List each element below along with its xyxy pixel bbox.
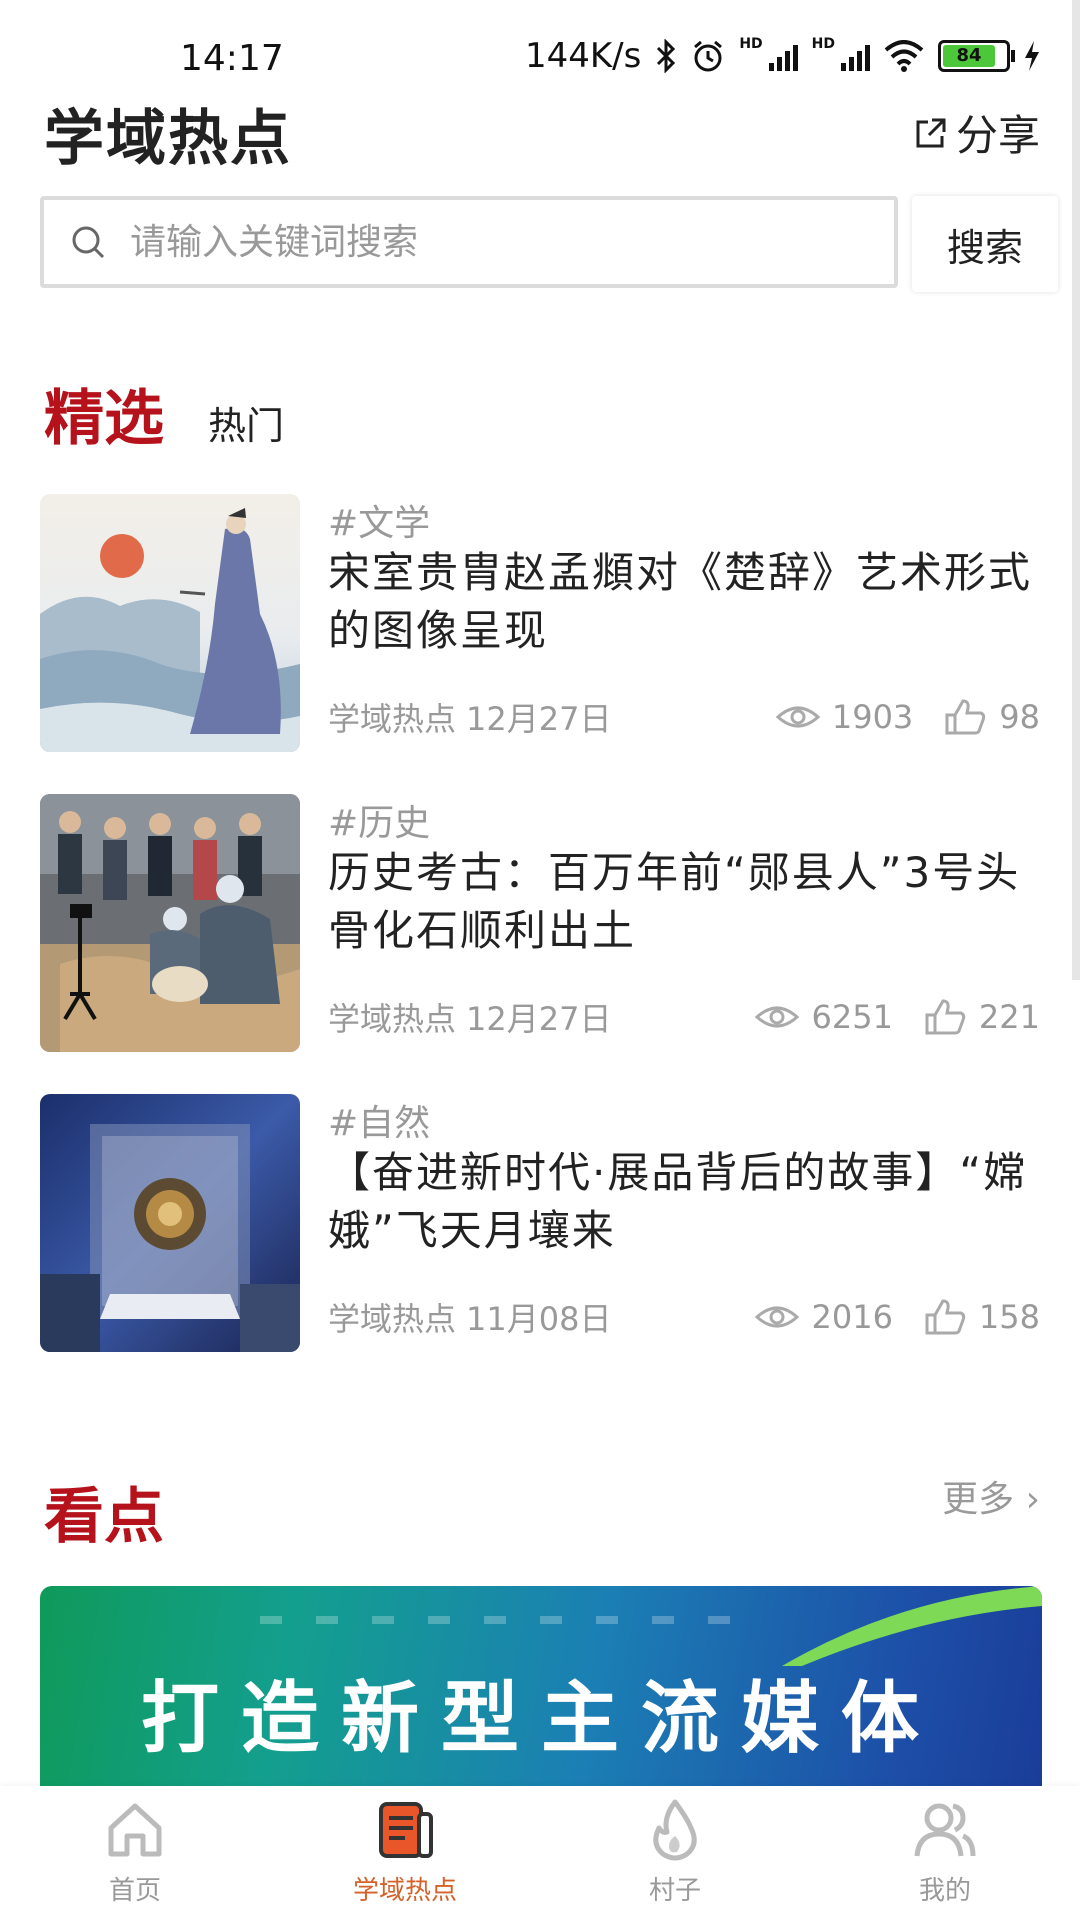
nav-label: 学域热点: [352, 1876, 457, 1906]
more-link[interactable]: 更多 ›: [942, 1470, 1040, 1522]
nav-label: 我的: [918, 1876, 971, 1906]
news-icon: [379, 1802, 433, 1858]
likes-stat[interactable]: 158: [923, 1298, 1040, 1336]
search-input[interactable]: [128, 220, 832, 264]
scrollbar[interactable]: [1072, 0, 1080, 980]
user-icon: [914, 1803, 976, 1857]
section-title-kandian: 看点: [44, 1482, 164, 1552]
nav-village[interactable]: 村子: [540, 1786, 810, 1920]
status-time: 14:17: [180, 38, 284, 79]
article-item[interactable]: #自然 【奋进新时代·展品背后的故事】“嫦娥”飞天月壤来 学域热点 11月08日…: [40, 1094, 1040, 1354]
battery-level: 84: [943, 45, 996, 67]
charging-icon: [1025, 41, 1039, 71]
content-tabs: 精选 热门: [44, 370, 284, 457]
article-title: 宋室贵胄赵孟頫对《楚辞》艺术形式的图像呈现: [328, 548, 1033, 655]
eye-icon: [775, 706, 820, 728]
article-item[interactable]: #文学 宋室贵胄赵孟頫对《楚辞》艺术形式的图像呈现 学域热点 12月27日 19…: [40, 494, 1040, 754]
search-icon: [72, 226, 105, 259]
banner-decoration: [260, 1616, 730, 1624]
article-thumbnail: [40, 494, 300, 752]
banner-text: 打造新型主流媒体: [140, 1674, 941, 1764]
article-item[interactable]: #历史 历史考古：百万年前“郧县人”3号头骨化石顺利出土 学域热点 12月27日…: [40, 794, 1040, 1054]
views-stat: 1903: [775, 698, 914, 736]
likes-stat[interactable]: 221: [923, 998, 1040, 1036]
article-thumbnail: [40, 1094, 300, 1352]
article-tag: #历史: [328, 803, 431, 844]
share-button[interactable]: 分享: [914, 102, 1040, 163]
signal-icon-1: [768, 41, 798, 71]
page-title: 学域热点: [44, 104, 292, 174]
share-label: 分享: [955, 111, 1040, 160]
home-icon: [108, 1803, 162, 1857]
views-stat: 2016: [755, 1298, 893, 1336]
nav-xueyu-hotspot[interactable]: 学域热点: [270, 1786, 540, 1920]
article-source: 学域热点: [328, 700, 457, 738]
likes-count: 221: [978, 998, 1040, 1036]
nav-home[interactable]: 首页: [0, 1786, 270, 1920]
status-icons: 144K/s HD HD 84: [525, 36, 1040, 76]
eye-icon: [755, 1306, 800, 1328]
nav-label: 首页: [108, 1876, 161, 1906]
header: 学域热点 分享: [0, 90, 1080, 180]
likes-count: 98: [999, 698, 1040, 736]
likes-stat[interactable]: 98: [943, 698, 1040, 736]
views-count: 1903: [831, 698, 914, 736]
wifi-icon: [884, 40, 924, 72]
article-tag: #自然: [328, 1103, 431, 1144]
signal-icon-2: [841, 41, 870, 71]
net-speed: 144K/s: [524, 36, 642, 76]
article-date: 12月27日: [466, 700, 612, 738]
eye-icon: [755, 1006, 800, 1028]
article-title: 【奋进新时代·展品背后的故事】“嫦娥”飞天月壤来: [328, 1148, 1028, 1255]
bluetooth-icon: [657, 39, 676, 73]
flame-icon: [653, 1799, 697, 1861]
search-box: [40, 196, 898, 288]
article-meta: 学域热点 12月27日 1903 98: [328, 694, 1040, 740]
views-count: 2016: [811, 1298, 893, 1336]
search-bar: 搜索: [40, 196, 1060, 296]
article-title: 历史考古：百万年前“郧县人”3号头骨化石顺利出土: [328, 848, 1021, 955]
battery-icon: 84: [938, 40, 1015, 72]
tab-hot[interactable]: 热门: [208, 395, 284, 450]
views-stat: 6251: [755, 998, 893, 1036]
tab-featured[interactable]: 精选: [44, 370, 164, 457]
bottom-navigation: 首页 学域热点 村子 我的: [0, 1786, 1080, 1920]
thumbs-up-icon: [945, 699, 986, 735]
article-thumbnail: [40, 794, 300, 1052]
likes-count: 158: [978, 1298, 1040, 1336]
article-date: 12月27日: [466, 1000, 612, 1038]
hd-label-1: HD: [739, 36, 763, 52]
article-date: 11月08日: [466, 1300, 612, 1338]
nav-profile[interactable]: 我的: [810, 1786, 1080, 1920]
article-source: 学域热点: [328, 1000, 457, 1038]
banner-swoosh: [782, 1586, 1042, 1666]
thumbs-up-icon: [925, 999, 966, 1035]
search-button[interactable]: 搜索: [912, 196, 1058, 292]
article-source: 学域热点: [328, 1300, 457, 1338]
nav-label: 村子: [648, 1876, 701, 1906]
hd-label-2: HD: [811, 36, 835, 52]
alarm-icon: [694, 40, 723, 72]
article-meta: 学域热点 12月27日 6251 221: [328, 994, 1040, 1040]
views-count: 6251: [811, 998, 893, 1036]
article-tag: #文学: [328, 503, 431, 544]
promo-banner[interactable]: 打造新型主流媒体: [40, 1586, 1042, 1786]
share-icon: [916, 118, 946, 147]
article-meta: 学域热点 11月08日 2016 158: [328, 1294, 1040, 1340]
thumbs-up-icon: [925, 1299, 966, 1335]
